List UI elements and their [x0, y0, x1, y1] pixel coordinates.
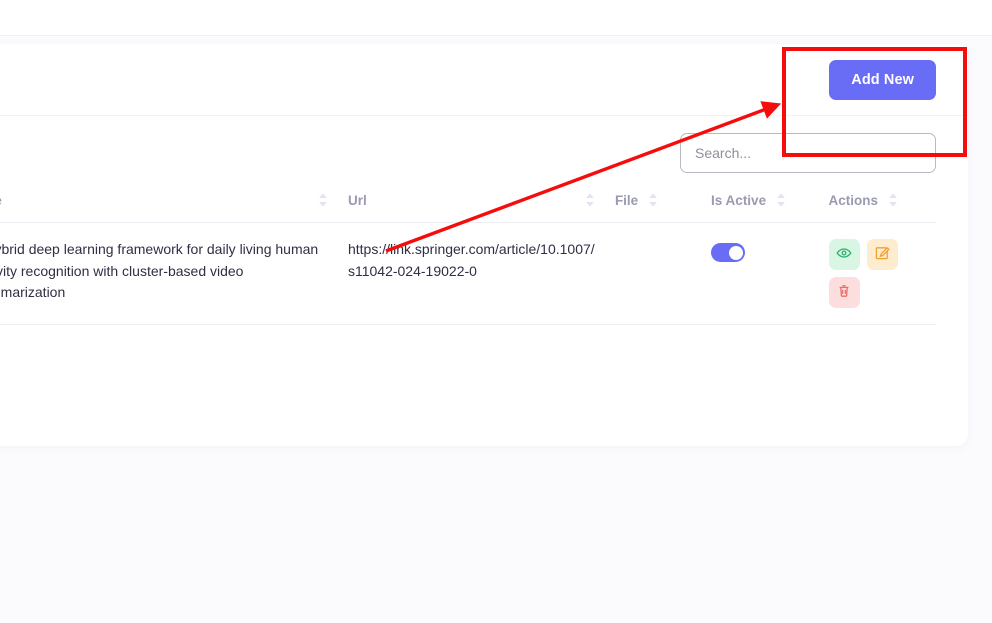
sort-icon[interactable]: [888, 192, 898, 208]
app-root: Publications Add New 10 per page: [0, 0, 992, 623]
table-toolbar: 10 per page: [0, 116, 968, 182]
table-row: Human A hybrid deep learning framework f…: [0, 223, 936, 325]
publications-card: Publications Add New 10 per page: [0, 44, 968, 446]
card-header: Publications Add New: [0, 44, 968, 116]
view-button[interactable]: [829, 239, 860, 270]
sort-icon[interactable]: [648, 192, 658, 208]
delete-button[interactable]: [829, 277, 860, 308]
table-container: Publication Title: [0, 182, 968, 356]
cell-actions: [819, 223, 937, 325]
column-label: Title: [0, 193, 2, 208]
search-input[interactable]: [680, 133, 936, 173]
column-label: Is Active: [711, 193, 766, 208]
row-actions: [829, 239, 904, 308]
cell-file: [605, 223, 701, 325]
column-header-actions[interactable]: Actions: [819, 182, 937, 223]
column-header-title[interactable]: Title: [0, 182, 338, 223]
edit-button[interactable]: [867, 239, 898, 270]
column-label: Url: [348, 193, 367, 208]
sort-icon[interactable]: [776, 192, 786, 208]
column-header-url[interactable]: Url: [338, 182, 605, 223]
sort-icon[interactable]: [585, 192, 595, 208]
cell-url: https://link.springer.com/article/10.100…: [338, 223, 605, 325]
cell-is-active: [701, 223, 818, 325]
column-label: File: [615, 193, 638, 208]
trash-icon: [836, 283, 852, 302]
publications-table: Publication Title: [0, 182, 936, 325]
edit-icon: [874, 245, 890, 264]
toggle-knob: [729, 246, 743, 260]
table-header-row: Publication Title: [0, 182, 936, 223]
table-footer-entries: Showing 1 to 1 of 1 entries: [0, 325, 936, 356]
column-header-is-active[interactable]: Is Active: [701, 182, 818, 223]
eye-icon: [836, 245, 852, 264]
column-header-file[interactable]: File: [605, 182, 701, 223]
sort-icon[interactable]: [318, 192, 328, 208]
table-head: Publication Title: [0, 182, 936, 223]
column-label: Actions: [829, 193, 879, 208]
add-new-button[interactable]: Add New: [829, 60, 936, 100]
cell-title: A hybrid deep learning framework for dai…: [0, 223, 338, 325]
top-bar: [0, 0, 992, 36]
table-body: Human A hybrid deep learning framework f…: [0, 223, 936, 325]
is-active-toggle[interactable]: [711, 243, 745, 262]
